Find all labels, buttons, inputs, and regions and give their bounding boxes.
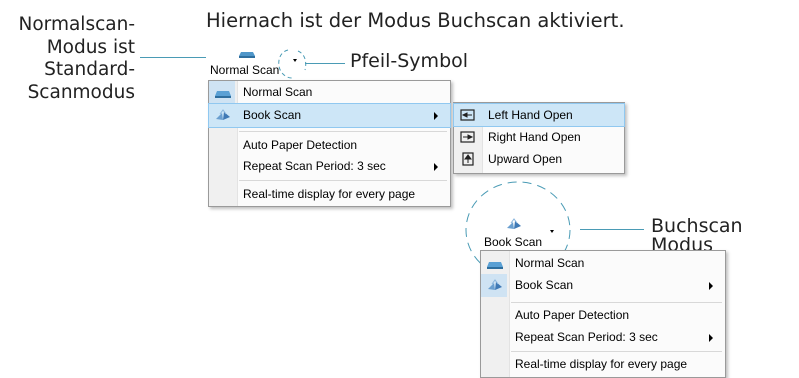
submenu-item-label: Left Hand Open bbox=[488, 108, 573, 122]
menu-item-book-scan[interactable]: Book Scan bbox=[208, 103, 451, 128]
menu-separator bbox=[239, 180, 447, 181]
left-callout-line-4: Scanmodus bbox=[27, 81, 135, 103]
left-callout-line-2: Modus ist bbox=[46, 36, 135, 58]
menu-item-book-scan[interactable]: Book Scan bbox=[481, 274, 725, 297]
arrow-highlight-circle bbox=[278, 49, 307, 79]
right-hand-open-icon bbox=[460, 131, 475, 143]
menu-item-auto-paper-detection[interactable]: Auto Paper Detection bbox=[209, 134, 450, 157]
book-scan-submenu: Left Hand Open Right Hand Open Upward Op… bbox=[453, 102, 625, 174]
scanner-icon bbox=[215, 91, 231, 98]
left-callout-line-3: Standard- bbox=[44, 59, 135, 80]
submenu-item-right-hand-open[interactable]: Right Hand Open bbox=[454, 126, 624, 148]
book-icon bbox=[507, 218, 521, 229]
menu-item-normal-scan[interactable]: Normal Scan bbox=[481, 252, 725, 275]
left-callout-line bbox=[140, 57, 210, 58]
menu-separator bbox=[239, 131, 447, 132]
menu-item-label: Normal Scan bbox=[243, 85, 313, 99]
left-callout-line-1: Normalscan- bbox=[18, 14, 135, 35]
menu-item-repeat-scan-period[interactable]: Repeat Scan Period: 3 sec bbox=[481, 326, 725, 349]
left-hand-open-icon bbox=[460, 109, 475, 121]
book-icon bbox=[488, 279, 502, 290]
scan-mode-menu: Normal Scan Book Scan Auto Paper Detecti… bbox=[208, 80, 451, 207]
submenu-item-label: Upward Open bbox=[488, 152, 563, 166]
menu-separator bbox=[511, 351, 722, 352]
menu-item-label: Real-time display for every page bbox=[515, 357, 688, 371]
menu-item-label: Auto Paper Detection bbox=[515, 308, 630, 322]
arrow-symbol-callout-line bbox=[305, 63, 345, 64]
menu-item-label: Normal Scan bbox=[515, 256, 585, 270]
menu-item-realtime-display[interactable]: Real-time display for every page bbox=[481, 353, 725, 376]
book-icon bbox=[216, 109, 230, 120]
menu-item-realtime-display[interactable]: Real-time display for every page bbox=[209, 183, 450, 206]
upward-open-icon bbox=[462, 152, 474, 166]
submenu-item-left-hand-open[interactable]: Left Hand Open bbox=[453, 103, 625, 127]
book-scan-button-label[interactable]: Book Scan bbox=[484, 235, 542, 249]
top-caption: Hiernach ist der Modus Buchscan aktivier… bbox=[206, 9, 625, 32]
menu-item-label: Auto Paper Detection bbox=[243, 138, 358, 152]
menu-item-label: Repeat Scan Period: 3 sec bbox=[243, 159, 386, 173]
menu-item-label: Book Scan bbox=[515, 278, 574, 292]
submenu-arrow-icon bbox=[434, 163, 438, 171]
menu-item-label: Real-time display for every page bbox=[243, 187, 416, 201]
scan-mode-menu-book: Normal Scan Book Scan Auto Paper Detecti… bbox=[480, 250, 726, 378]
chevron-down-icon[interactable] bbox=[550, 230, 554, 233]
submenu-arrow-icon bbox=[434, 112, 438, 120]
menu-item-auto-paper-detection[interactable]: Auto Paper Detection bbox=[481, 304, 725, 327]
bottom-book-scan-toolbar: Book Scan bbox=[478, 214, 562, 251]
left-callout: Normalscan- Modus ist Standard- Scanmodu… bbox=[0, 14, 135, 104]
normal-scan-button-label[interactable]: Normal Scan bbox=[210, 63, 279, 77]
submenu-arrow-icon bbox=[709, 334, 713, 342]
scanner-icon bbox=[239, 52, 255, 58]
menu-item-label: Book Scan bbox=[243, 108, 302, 122]
menu-item-normal-scan[interactable]: Normal Scan bbox=[209, 81, 450, 104]
submenu-arrow-icon bbox=[709, 282, 713, 290]
submenu-item-upward-open[interactable]: Upward Open bbox=[454, 148, 624, 170]
scanner-icon bbox=[487, 262, 503, 269]
arrow-symbol-caption: Pfeil-Symbol bbox=[350, 50, 469, 72]
submenu-item-label: Right Hand Open bbox=[488, 130, 581, 144]
menu-separator bbox=[511, 302, 722, 303]
menu-item-label: Repeat Scan Period: 3 sec bbox=[515, 330, 658, 344]
menu-item-repeat-scan-period[interactable]: Repeat Scan Period: 3 sec bbox=[209, 155, 450, 178]
book-mode-callout-line bbox=[580, 229, 644, 230]
